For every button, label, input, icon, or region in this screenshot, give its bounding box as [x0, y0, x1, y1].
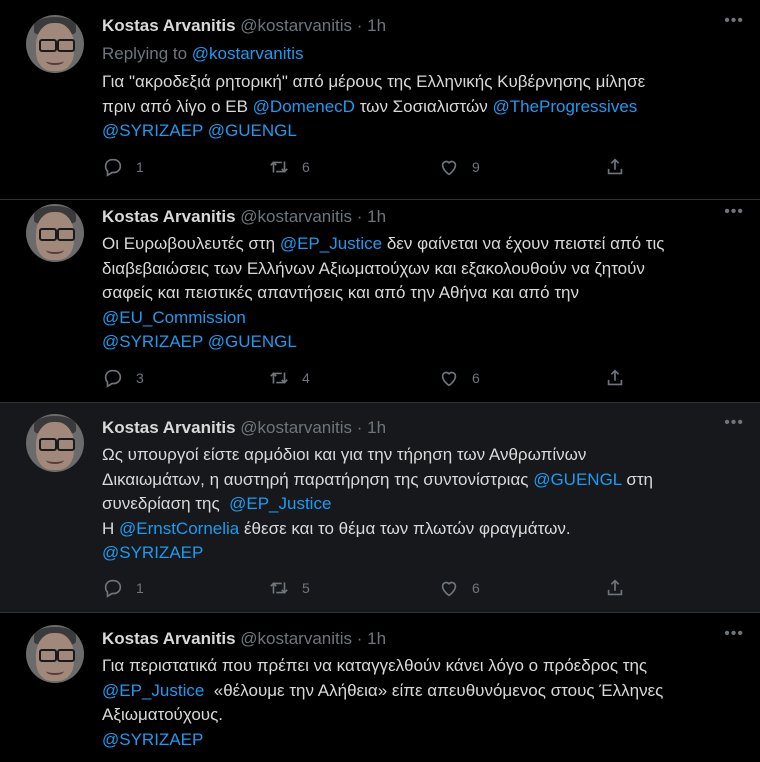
more-icon[interactable]: ••• [724, 203, 744, 221]
tweet-time[interactable]: 1h [367, 16, 386, 35]
replying-to: Replying to @kostarvanitis [102, 44, 304, 63]
author-handle[interactable]: @kostarvanitis [240, 207, 352, 226]
reply-count: 1 [136, 159, 144, 175]
retweet-icon [270, 582, 288, 594]
share-button[interactable] [604, 365, 626, 391]
more-icon[interactable]: ••• [724, 12, 744, 30]
reply-icon [104, 579, 122, 598]
mention-link[interactable]: @SYRIZAEP [102, 543, 203, 562]
tweet-text: Οι Ευρωβουλευτές στη @EP_Justice δεν φαί… [102, 234, 665, 351]
tweet-highlighted[interactable]: Kostas Arvanitis @kostarvanitis · 1h •••… [0, 403, 760, 613]
like-icon [441, 160, 457, 176]
share-button[interactable] [604, 575, 626, 601]
like-count: 6 [472, 370, 480, 386]
mention-link[interactable]: @SYRIZAEP [102, 730, 203, 749]
like-icon [441, 371, 457, 387]
share-icon [607, 369, 623, 386]
more-icon[interactable]: ••• [724, 625, 744, 643]
like-count: 9 [472, 159, 480, 175]
tweet-text: Ως υπουργοί είστε αρμόδιοι και για την τ… [102, 445, 654, 562]
mention-link[interactable]: @EP_Justice [280, 234, 382, 253]
retweet-button[interactable]: 6 [268, 154, 310, 180]
reply-icon [104, 158, 122, 177]
mention-link[interactable]: @DomenecD [253, 97, 355, 116]
tweet-actions: 3 4 6 [102, 365, 642, 391]
avatar[interactable] [26, 204, 84, 262]
like-button[interactable]: 9 [438, 154, 480, 180]
mention-link[interactable]: @kostarvanitis [192, 44, 304, 63]
reply-button[interactable]: 1 [102, 575, 144, 601]
reply-button[interactable]: 3 [102, 365, 144, 391]
share-button[interactable] [604, 154, 626, 180]
mention-link[interactable]: @ErnstCornelia [119, 519, 239, 538]
mention-link[interactable]: @SYRIZAEP [102, 121, 203, 140]
retweet-count: 4 [302, 370, 310, 386]
like-button[interactable]: 6 [438, 365, 480, 391]
avatar[interactable] [26, 625, 84, 683]
author-name[interactable]: Kostas Arvanitis [102, 16, 236, 35]
author-handle[interactable]: @kostarvanitis [240, 418, 352, 437]
mention-link[interactable]: @EU_Commission [102, 308, 246, 327]
retweet-count: 6 [302, 159, 310, 175]
retweet-icon [270, 161, 288, 173]
tweet-time[interactable]: 1h [367, 207, 386, 226]
mention-link[interactable]: @TheProgressives [492, 97, 637, 116]
share-icon [607, 158, 623, 175]
tweet[interactable]: Kostas Arvanitis @kostarvanitis · 1h •••… [0, 200, 760, 403]
reply-icon [104, 369, 122, 388]
tweet-time[interactable]: 1h [367, 418, 386, 437]
tweet-text: Για περιστατικά που πρέπει να καταγγελθο… [102, 656, 664, 749]
author-name[interactable]: Kostas Arvanitis [102, 207, 236, 226]
author-handle[interactable]: @kostarvanitis [240, 629, 352, 648]
author-name[interactable]: Kostas Arvanitis [102, 418, 236, 437]
retweet-button[interactable]: 4 [268, 365, 310, 391]
mention-link[interactable]: @EP_Justice [102, 681, 204, 700]
retweet-count: 5 [302, 580, 310, 596]
avatar[interactable] [26, 414, 84, 472]
author-handle[interactable]: @kostarvanitis [240, 16, 352, 35]
retweet-icon [270, 372, 288, 384]
mention-link[interactable]: @GUENGL [533, 470, 621, 489]
tweet-time[interactable]: 1h [367, 629, 386, 648]
mention-link[interactable]: @GUENGL [208, 121, 297, 140]
tweet-actions: 1 6 9 [102, 154, 642, 180]
retweet-button[interactable]: 5 [268, 575, 310, 601]
mention-link[interactable]: @SYRIZAEP [102, 332, 203, 351]
author-name[interactable]: Kostas Arvanitis [102, 629, 236, 648]
reply-button[interactable]: 1 [102, 154, 144, 180]
avatar[interactable] [26, 15, 84, 73]
like-button[interactable]: 6 [438, 575, 480, 601]
reply-count: 1 [136, 580, 144, 596]
tweet[interactable]: Kostas Arvanitis @kostarvanitis · 1h •••… [0, 613, 760, 762]
mention-link[interactable]: @EP_Justice [229, 494, 331, 513]
share-icon [607, 579, 623, 596]
tweet-actions: 1 5 6 [102, 575, 642, 601]
like-icon [441, 581, 457, 597]
tweet-text: Για "ακροδεξιά ρητορική" από μέρους της … [102, 72, 646, 140]
like-count: 6 [472, 580, 480, 596]
tweet[interactable]: Kostas Arvanitis @kostarvanitis · 1h •••… [0, 0, 760, 200]
reply-count: 3 [136, 370, 144, 386]
mention-link[interactable]: @GUENGL [208, 332, 297, 351]
more-icon[interactable]: ••• [724, 414, 744, 432]
